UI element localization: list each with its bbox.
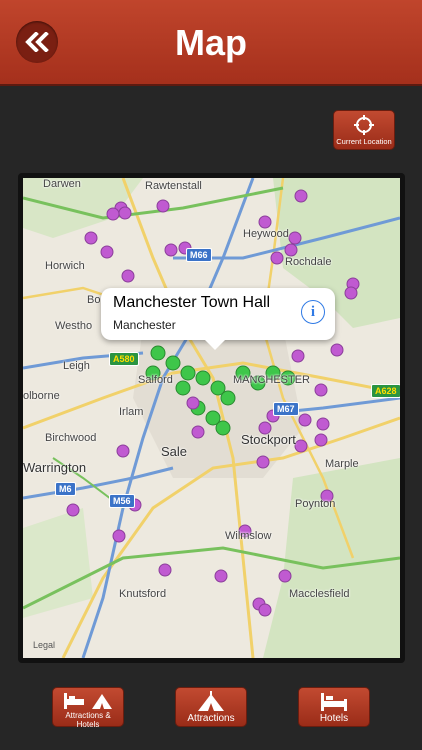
road-shield: M6 [55,482,76,496]
place-label: Irlam [119,406,144,418]
place-label: Darwen [43,178,81,190]
place-label: Marple [325,458,359,470]
road-shield: A580 [109,352,139,366]
place-label: Heywood [243,228,289,240]
place-label: Stockport [241,432,296,447]
tab-attractions[interactable]: Attractions [175,687,247,727]
page-title: Map [175,22,247,63]
tab-attractions-and-hotels[interactable]: Attractions & Hotels [52,687,124,729]
place-label: Rochdale [285,256,332,268]
tab-label: Attractions [187,713,235,724]
legal-link[interactable]: Legal [33,640,55,650]
callout-subtitle: Manchester [113,318,176,332]
place-label: Poynton [295,498,336,510]
callout-title: Manchester Town Hall [113,294,271,311]
tab-hotels[interactable]: Hotels [298,687,370,727]
road-shield: M56 [109,494,135,508]
place-label: Rawtenstall [145,180,202,192]
tent-icon [198,691,224,711]
place-label: Macclesfield [289,588,350,600]
road-shield: M67 [273,402,299,416]
place-label: Warrington [23,460,87,475]
place-label: Bo [87,294,101,306]
current-location-label: Current Location [336,137,392,146]
place-label: MANCHESTER [233,374,311,386]
road-shield: M66 [186,248,212,262]
bed-and-tent-icon [64,693,112,709]
map-view[interactable]: Darwen Rawtenstall Heywood Horwich Rochd… [23,178,400,658]
place-label: Horwich [45,260,85,272]
info-icon[interactable]: i [301,300,325,324]
bottom-toolbar: Attractions & Hotels Attractions Hotels [0,673,422,750]
place-label: Wilmslow [225,530,272,542]
place-label: Leigh [63,360,90,372]
place-label: olborne [23,390,60,402]
place-label: Salford [138,374,173,386]
current-location-button[interactable]: Current Location [333,110,395,150]
map-callout[interactable]: Manchester Town Hall Manchester i [101,288,335,350]
place-label: Birchwood [45,432,97,444]
header-bar: Map [0,0,422,86]
place-label: Westho [55,320,93,332]
tab-label: Hotels [319,713,349,724]
crosshair-icon [354,115,374,135]
place-label: Knutsford [119,588,167,600]
place-label: Sale [161,444,188,459]
bed-icon [321,693,347,711]
tab-label: Attractions & Hotels [65,711,111,729]
road-shield: A628 [371,384,400,398]
